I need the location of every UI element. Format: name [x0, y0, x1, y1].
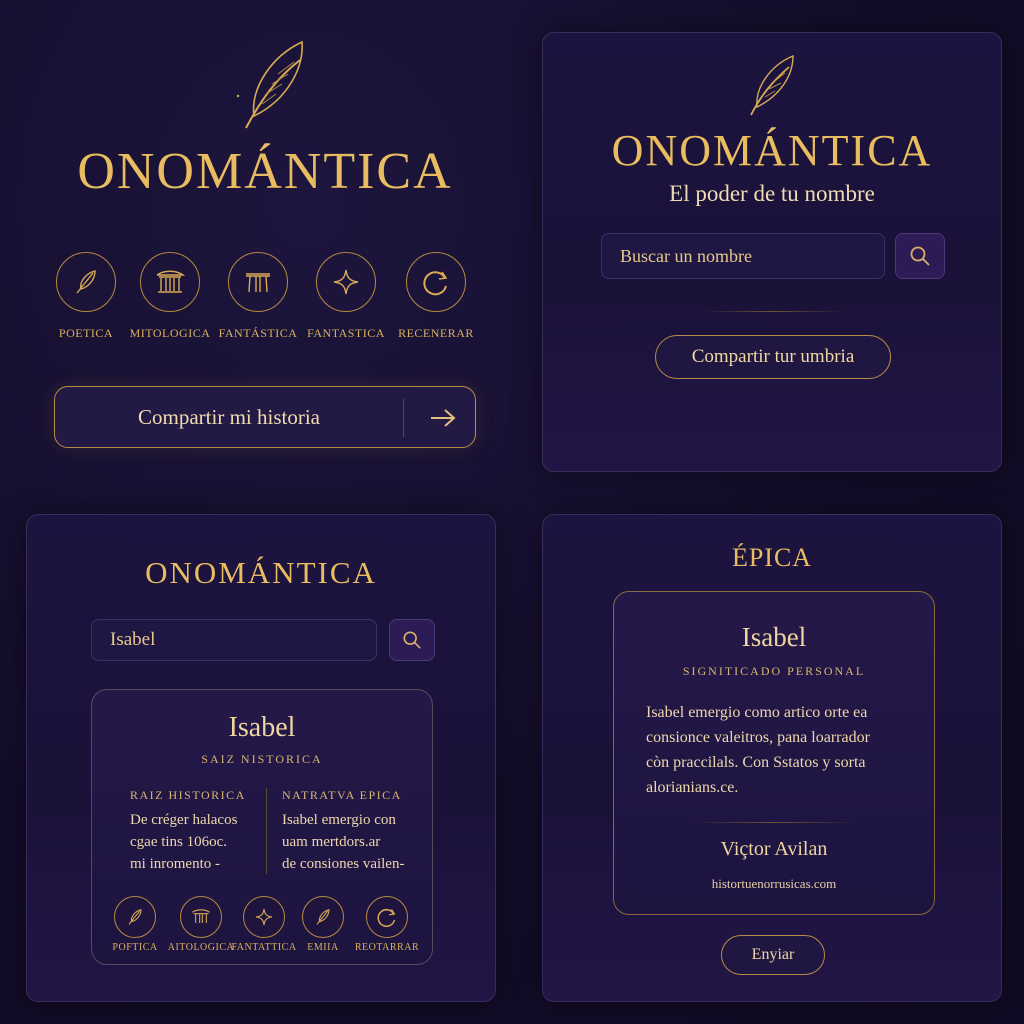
card-name: Isabel — [741, 622, 807, 652]
mode-label: AITOLOGICA — [167, 942, 235, 953]
app-brand: ONOMÁNTICA — [611, 126, 933, 175]
card-body-line: alorianians.ce. — [646, 779, 739, 796]
card-website: histortuenorrusicas.com — [711, 876, 837, 891]
share-aura-label: Compartir tur umbria — [691, 346, 855, 367]
column-line: de consiones vailen- — [282, 856, 405, 872]
quill-icon — [128, 908, 142, 925]
mode-label: RECENERAR — [398, 326, 474, 340]
mode-label: POETICA — [58, 326, 114, 340]
card-author: Viçtor Avilan — [720, 838, 828, 860]
search-button[interactable] — [895, 233, 945, 279]
app-brand: ONOMÁNTICA — [145, 555, 377, 590]
mode-label: FANTATTICA — [231, 942, 297, 953]
mode-label: REOTARRAR — [354, 942, 420, 953]
panel-search: ONOMÁNTICA El poder de tu nombre Buscar … — [542, 32, 1002, 472]
mode-label: EMIIA — [307, 942, 339, 953]
share-aura-button[interactable]: Compartir tur umbria — [655, 335, 891, 379]
column-heading: RAIZ HISTORICA — [130, 788, 246, 802]
card-subtitle: SIGNITICADO PERSONAL — [682, 664, 866, 678]
mode-mitologica-button[interactable] — [180, 896, 222, 938]
mode-fantastica-button[interactable] — [228, 252, 288, 312]
result-card: Isabel SAIZ NISTORICA RAIZ HISTORICA De … — [91, 689, 433, 965]
epic-card: Isabel SIGNITICADO PERSONAL Isabel emerg… — [613, 591, 935, 915]
search-value: Isabel — [110, 629, 156, 650]
card-body-line: còn praccilals. Con Sstatos y sorta — [646, 754, 866, 771]
mode-mitologica-button[interactable] — [140, 252, 200, 312]
divider — [403, 399, 404, 437]
app-brand: ONOMÁNTICA — [77, 143, 453, 200]
mode-label: FANTASTICA — [307, 326, 385, 340]
card-body-line: Isabel emergio como artico orte ea — [646, 704, 868, 721]
quill-icon — [316, 908, 330, 925]
temple-icon — [192, 909, 210, 923]
search-input[interactable]: Buscar un nombre — [601, 233, 885, 279]
section-heading: ÉPICA — [731, 543, 813, 572]
mode-regenerar-button[interactable] — [406, 252, 466, 312]
mode-regenerar-button[interactable] — [366, 896, 408, 938]
quill-logo-icon — [750, 54, 794, 116]
column-line: uam mertdors.ar — [282, 834, 381, 850]
share-story-button[interactable]: Compartir mi historia — [54, 386, 476, 448]
sparkle-icon — [333, 269, 359, 295]
arrow-right-icon — [431, 409, 456, 427]
mode-label: MITOLOGICA — [129, 326, 211, 340]
column-line: mi inromento - — [130, 856, 220, 872]
send-label: Enyiar — [751, 946, 795, 963]
divider — [694, 822, 856, 823]
panel-epic: ÉPICA Isabel SIGNITICADO PERSONAL Isabel… — [542, 514, 1002, 1002]
search-icon — [403, 631, 421, 649]
column-line: De créger halacos — [130, 812, 238, 828]
search-button[interactable] — [389, 619, 435, 661]
column-divider — [266, 788, 267, 874]
mode-label: POFTICA — [112, 942, 158, 953]
quill-logo-icon — [236, 40, 303, 129]
card-body-line: consionce valeitros, pana loarrador — [646, 729, 870, 746]
column-line: cgae tins 106oc. — [130, 834, 228, 850]
refresh-icon — [423, 271, 448, 296]
mode-epica-button[interactable] — [302, 896, 344, 938]
mode-fantastica-alt-button[interactable] — [316, 252, 376, 312]
mode-fantastica-button[interactable] — [243, 896, 285, 938]
mode-label: FANTÁSTICA — [218, 326, 298, 340]
panel-result: ONOMÁNTICA Isabel Isabel SAIZ NISTORICA … — [26, 514, 496, 1002]
share-story-label: Compartir mi historia — [138, 405, 320, 429]
send-button[interactable]: Enyiar — [721, 935, 825, 975]
temple-icon — [156, 270, 186, 293]
search-input[interactable]: Isabel — [91, 619, 377, 661]
sparkle-icon — [255, 908, 273, 926]
portal-icon — [246, 273, 270, 293]
panel-home: ONOMÁNTICA POETICA MITOLOGICA FANTÁSTICA… — [20, 20, 510, 480]
search-placeholder: Buscar un nombre — [620, 245, 752, 266]
mode-poetica-button[interactable] — [114, 896, 156, 938]
tagline: El poder de tu nombre — [669, 181, 875, 206]
quill-icon — [76, 270, 96, 294]
result-name: Isabel — [228, 712, 296, 743]
mode-poetica-button[interactable] — [56, 252, 116, 312]
column-heading: NATRATVA EPICA — [282, 788, 402, 802]
column-line: Isabel emergio con — [282, 812, 396, 828]
refresh-icon — [377, 908, 396, 927]
divider — [703, 311, 843, 312]
result-subtitle: SAIZ NISTORICA — [201, 752, 323, 766]
search-icon — [910, 246, 930, 266]
